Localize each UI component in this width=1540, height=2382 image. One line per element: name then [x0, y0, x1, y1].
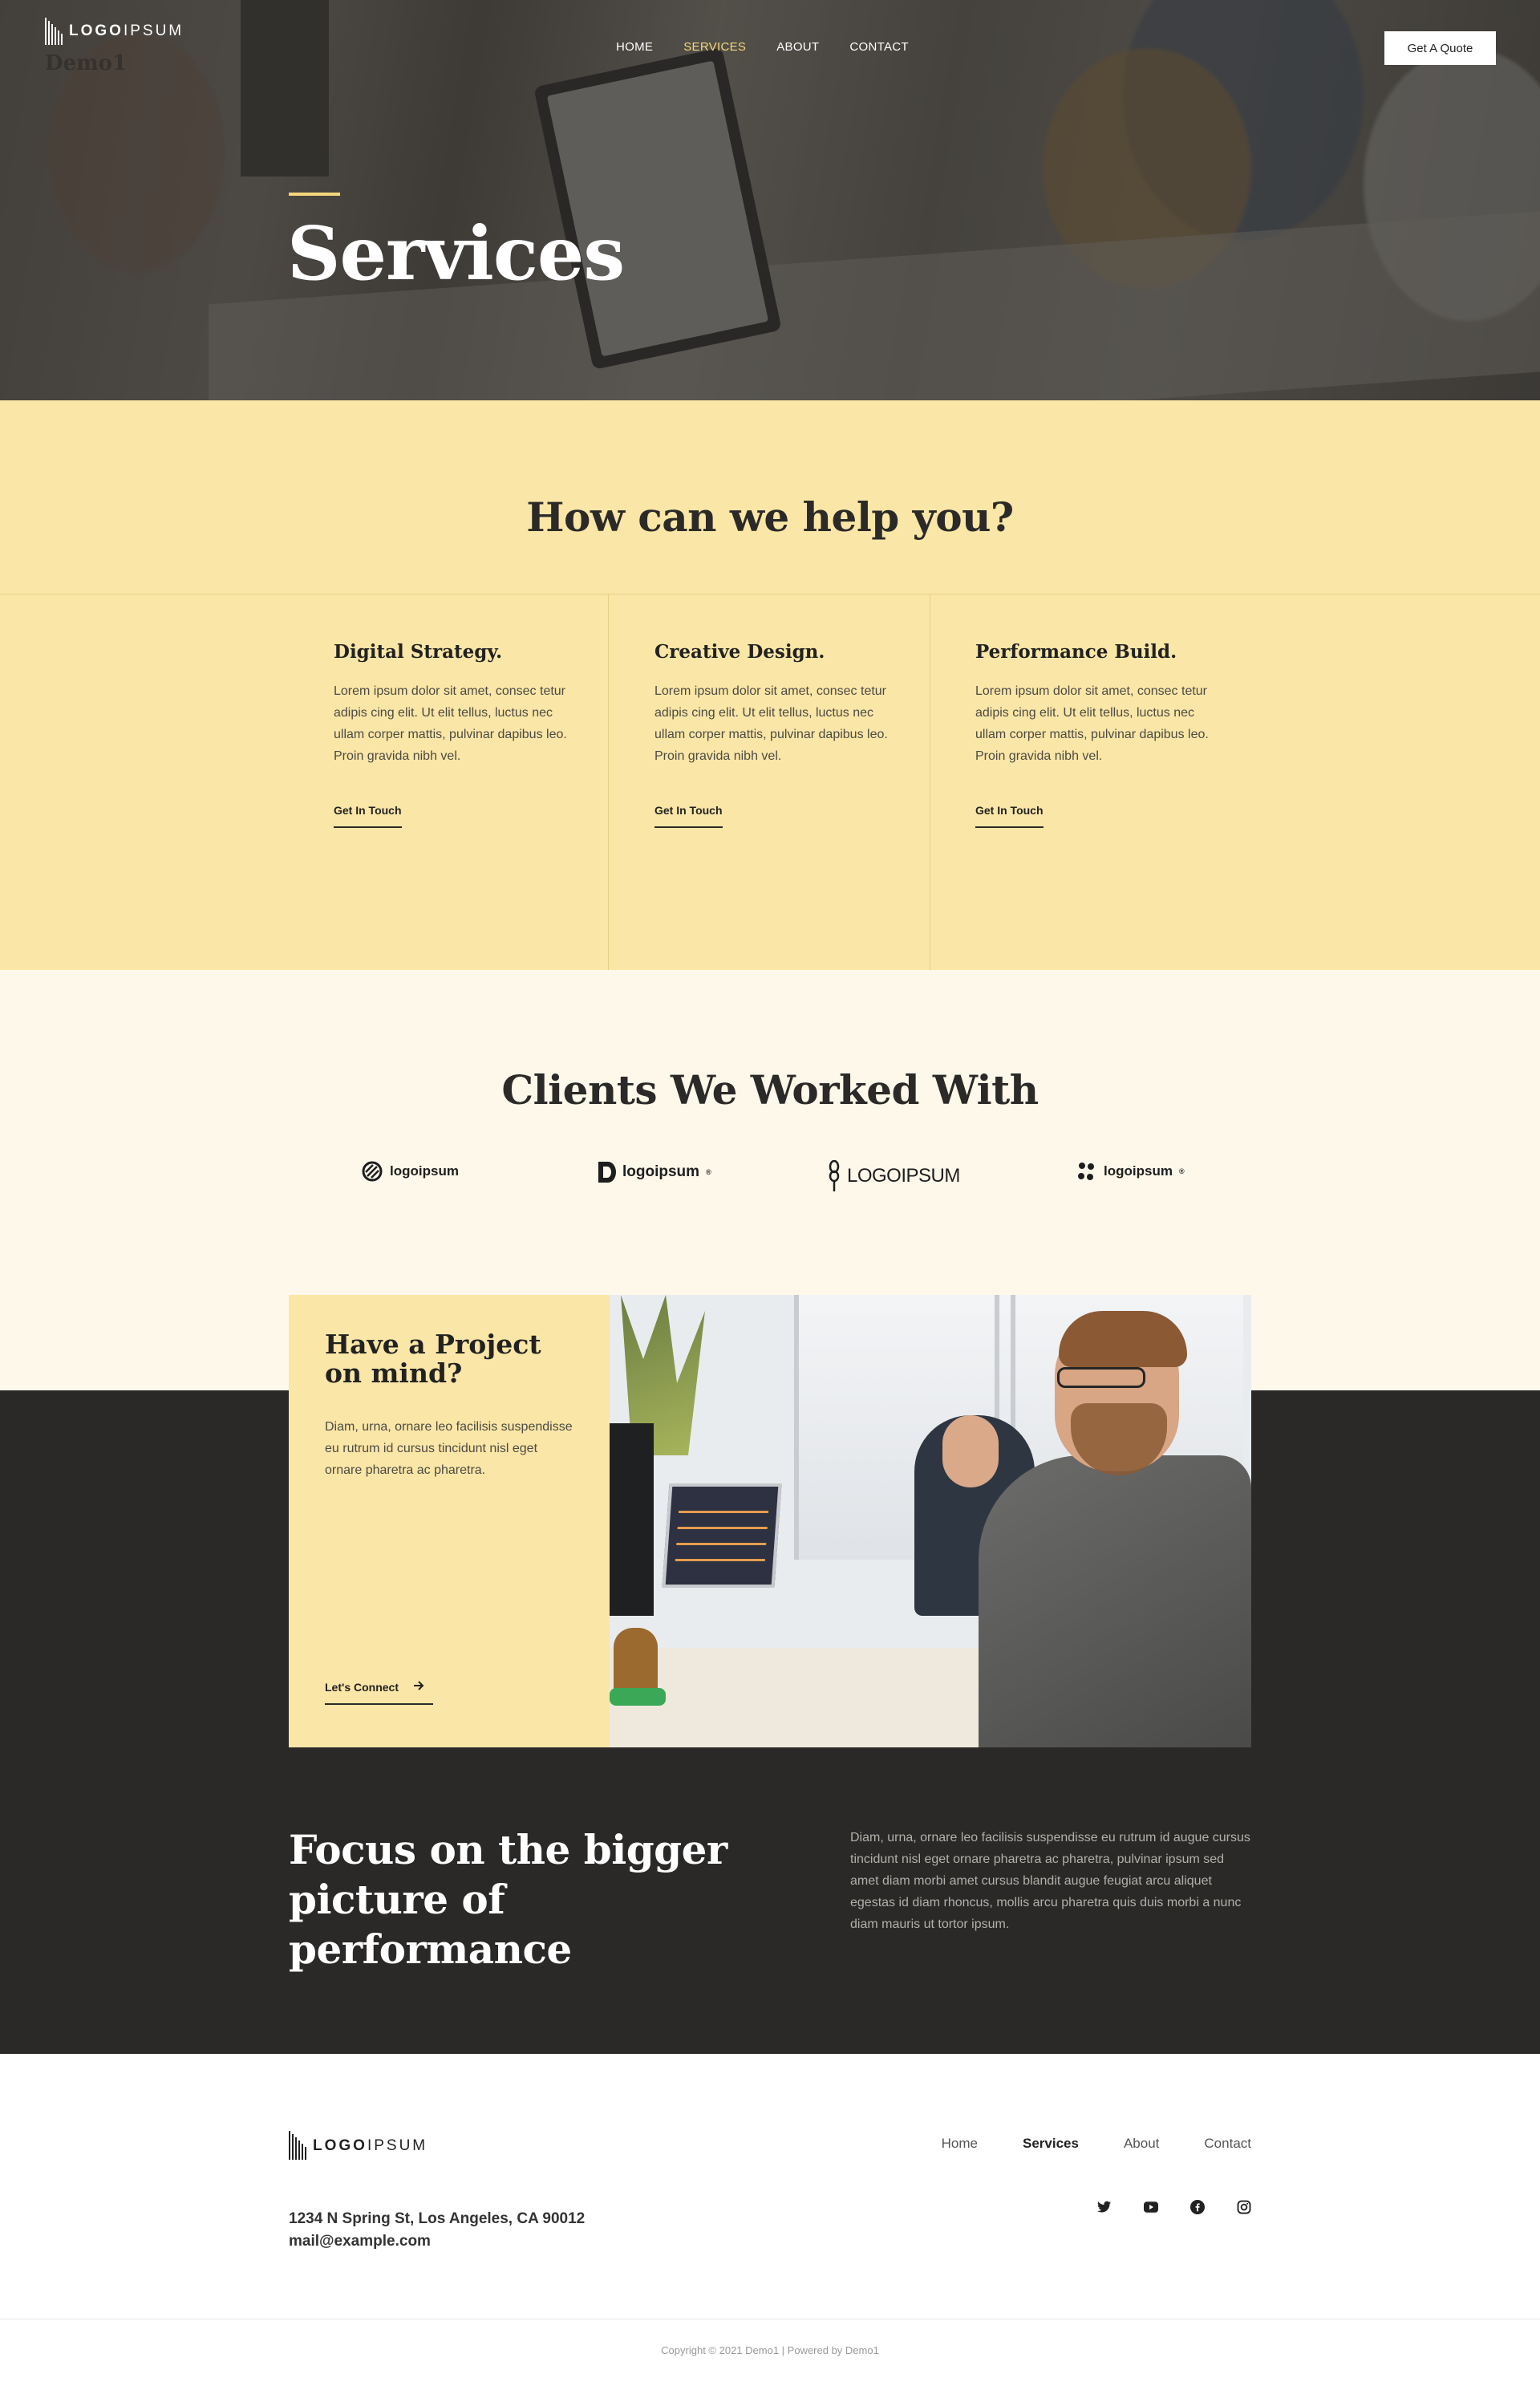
service-card: Performance Build. Lorem ipsum dolor sit…	[975, 641, 1216, 828]
footer-logo[interactable]: LOGOIPSUM	[289, 2131, 428, 2160]
lets-connect-link[interactable]: Let's Connect	[325, 1680, 433, 1705]
site-title: Demo1	[45, 51, 128, 75]
main-nav: HOME SERVICES ABOUT CONTACT	[616, 40, 909, 54]
nav-contact[interactable]: CONTACT	[849, 40, 908, 54]
get-in-touch-link[interactable]: Get In Touch	[654, 804, 723, 828]
footer-nav-services[interactable]: Services	[1023, 2136, 1079, 2152]
circle-slash-logo-icon	[361, 1160, 383, 1183]
youtube-icon[interactable]	[1144, 2200, 1158, 2214]
twitter-icon[interactable]	[1097, 2200, 1112, 2214]
arrow-right-icon	[413, 1680, 424, 1694]
wheat-logo-icon	[828, 1160, 841, 1192]
nav-about[interactable]: ABOUT	[776, 40, 819, 54]
instagram-icon[interactable]	[1237, 2200, 1251, 2214]
hero-accent-rule	[289, 193, 340, 196]
help-heading: How can we help you?	[526, 493, 1014, 541]
service-card: Digital Strategy. Lorem ipsum dolor sit …	[334, 641, 574, 828]
footer: LOGOIPSUM Home Services About Contact 12…	[0, 2054, 1540, 2382]
client-logo: logoipsum ®	[597, 1160, 711, 1184]
social-links	[1097, 2200, 1251, 2214]
half-square-logo-icon	[597, 1160, 616, 1184]
get-in-touch-link[interactable]: Get In Touch	[975, 804, 1044, 828]
footer-contact: 1234 N Spring St, Los Angeles, CA 90012 …	[289, 2208, 585, 2253]
footer-nav: Home Services About Contact	[942, 2136, 1251, 2152]
page-title: Services	[287, 210, 625, 297]
nav-home[interactable]: HOME	[616, 40, 653, 54]
facebook-icon[interactable]	[1190, 2200, 1205, 2214]
service-card-title: Creative Design.	[654, 641, 825, 663]
photo-person	[979, 1455, 1251, 1747]
hero-overlay	[0, 0, 1540, 400]
logo-bars-icon	[45, 18, 63, 45]
focus-text: Diam, urna, ornare leo facilisis suspend…	[850, 1831, 1250, 1931]
footer-nav-about[interactable]: About	[1124, 2136, 1159, 2152]
photo-monitor	[610, 1423, 654, 1616]
footer-address: 1234 N Spring St, Los Angeles, CA 90012	[289, 2210, 586, 2227]
footer-nav-contact[interactable]: Contact	[1204, 2136, 1251, 2152]
focus-heading: Focus on the bigger picture of performan…	[289, 1826, 727, 1973]
lets-connect-label: Let's Connect	[325, 1680, 399, 1694]
photo-toy	[614, 1628, 658, 1696]
service-card-text: Lorem ipsum dolor sit amet, consec tetur…	[654, 684, 888, 763]
footer-nav-home[interactable]: Home	[942, 2136, 978, 2152]
logo-wordmark: LOGOIPSUM	[313, 2137, 428, 2154]
copyright: Copyright © 2021 Demo1 | Powered by Demo…	[661, 2344, 879, 2356]
hero-section: LOGOIPSUM Demo1 HOME SERVICES ABOUT CONT…	[0, 0, 1540, 400]
logo-bars-icon	[289, 2131, 306, 2160]
nav-services[interactable]: SERVICES	[683, 40, 746, 54]
clients-heading: Clients We Worked With	[501, 1066, 1039, 1114]
help-section: How can we help you? Digital Strategy. L…	[0, 400, 1540, 970]
photo-laptop	[662, 1483, 782, 1588]
service-card: Creative Design. Lorem ipsum dolor sit a…	[654, 641, 895, 828]
client-logo: logoipsum	[361, 1160, 459, 1183]
service-card-text: Lorem ipsum dolor sit amet, consec tetur…	[975, 684, 1209, 763]
client-logo: logoipsum ®	[1075, 1160, 1185, 1183]
flower-logo-icon	[1075, 1160, 1097, 1183]
footer-email[interactable]: mail@example.com	[289, 2230, 585, 2253]
office-photo	[610, 1295, 1251, 1747]
get-quote-button[interactable]: Get A Quote	[1384, 31, 1496, 65]
project-card: Have a Project on mind? Diam, urna, orna…	[289, 1295, 610, 1747]
project-card-title: Have a Project on mind?	[325, 1329, 541, 1389]
service-card-title: Performance Build.	[975, 641, 1177, 663]
client-logo: LOGOIPSUM	[828, 1160, 960, 1192]
logo-wordmark: LOGOIPSUM	[69, 22, 184, 39]
divider	[608, 594, 609, 970]
project-card-text: Diam, urna, ornare leo facilisis suspend…	[325, 1420, 573, 1477]
service-card-text: Lorem ipsum dolor sit amet, consec tetur…	[334, 684, 567, 763]
service-card-title: Digital Strategy.	[334, 641, 503, 663]
get-in-touch-link[interactable]: Get In Touch	[334, 804, 402, 828]
header-logo[interactable]: LOGOIPSUM	[45, 18, 184, 45]
